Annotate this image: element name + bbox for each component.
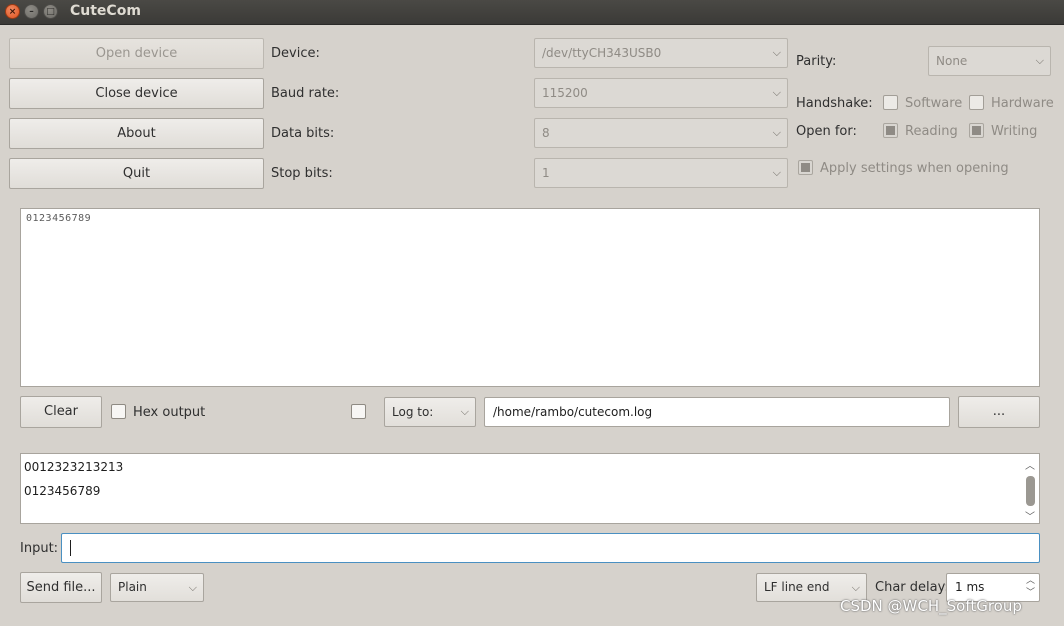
- hex-output-label: Hex output: [133, 405, 206, 420]
- chevron-down-icon: ⌵: [188, 581, 197, 594]
- open-device-button[interactable]: Open device: [9, 38, 264, 69]
- about-button[interactable]: About: [9, 118, 264, 149]
- quit-button[interactable]: Quit: [9, 158, 264, 189]
- stop-bits-select[interactable]: 1 ⌵: [534, 158, 788, 188]
- data-bits-select[interactable]: 8 ⌵: [534, 118, 788, 148]
- hardware-handshake-label: Hardware: [991, 96, 1054, 111]
- data-bits-label: Data bits:: [271, 126, 335, 141]
- watermark: CSDN @WCH_SoftGroup: [840, 597, 1022, 615]
- history-item[interactable]: 0012323213213: [24, 460, 123, 474]
- char-delay-value: 1 ms: [955, 580, 985, 594]
- chevron-down-icon: ⌵: [1035, 54, 1044, 67]
- chevron-down-icon: ⌵: [772, 166, 781, 179]
- input-field[interactable]: [61, 533, 1040, 563]
- chevron-down-icon: ⌵: [772, 126, 781, 139]
- browse-log-button[interactable]: ...: [958, 396, 1040, 428]
- line-end-value: LF line end: [764, 580, 830, 594]
- window-close-button[interactable]: ×: [5, 4, 20, 19]
- apply-settings-checkbox[interactable]: [798, 160, 813, 175]
- window-minimize-button[interactable]: –: [24, 4, 39, 19]
- reading-label: Reading: [905, 124, 958, 139]
- send-format-value: Plain: [118, 580, 147, 594]
- history-scrollbar[interactable]: ︿ ﹀: [1023, 456, 1037, 523]
- writing-label: Writing: [991, 124, 1038, 139]
- device-select[interactable]: /dev/ttyCH343USB0 ⌵: [534, 38, 788, 68]
- parity-label: Parity:: [796, 54, 837, 69]
- stop-bits-value: 1: [542, 166, 550, 180]
- output-text: 0123456789: [26, 213, 92, 224]
- open-for-label: Open for:: [796, 124, 857, 139]
- data-bits-value: 8: [542, 126, 550, 140]
- parity-select[interactable]: None ⌵: [928, 46, 1051, 76]
- close-device-button[interactable]: Close device: [9, 78, 264, 109]
- log-mode-select[interactable]: Log to: ⌵: [384, 397, 476, 427]
- chevron-down-icon: ⌵: [772, 86, 781, 99]
- spin-down-icon[interactable]: ﹀: [1026, 587, 1035, 599]
- device-label: Device:: [271, 46, 320, 61]
- history-item[interactable]: 0123456789: [24, 484, 100, 498]
- history-list[interactable]: 0012323213213 0123456789 ︿ ﹀: [20, 453, 1040, 524]
- send-file-button[interactable]: Send file...: [20, 572, 102, 603]
- window-maximize-button[interactable]: □: [43, 4, 58, 19]
- log-path-input[interactable]: /home/rambo/cutecom.log: [484, 397, 950, 427]
- input-label: Input:: [20, 541, 59, 556]
- writing-checkbox[interactable]: [969, 123, 984, 138]
- baud-rate-select[interactable]: 115200 ⌵: [534, 78, 788, 108]
- software-handshake-label: Software: [905, 96, 963, 111]
- scroll-up-icon[interactable]: ︿: [1025, 457, 1035, 472]
- log-mode-value: Log to:: [392, 405, 434, 419]
- apply-settings-label: Apply settings when opening: [820, 161, 1009, 176]
- stop-bits-label: Stop bits:: [271, 166, 333, 181]
- title-bar: × – □ CuteCom: [0, 0, 1064, 25]
- handshake-label: Handshake:: [796, 96, 873, 111]
- parity-value: None: [936, 54, 968, 68]
- device-value: /dev/ttyCH343USB0: [542, 46, 662, 60]
- software-handshake-checkbox[interactable]: [883, 95, 898, 110]
- scrollbar-thumb[interactable]: [1026, 476, 1035, 506]
- scroll-down-icon[interactable]: ﹀: [1025, 508, 1035, 523]
- reading-checkbox[interactable]: [883, 123, 898, 138]
- chevron-down-icon: ⌵: [460, 405, 469, 418]
- spin-up-icon[interactable]: ︿: [1026, 575, 1035, 587]
- clear-button[interactable]: Clear: [20, 396, 102, 428]
- log-enable-checkbox[interactable]: [351, 404, 366, 419]
- window-title: CuteCom: [70, 3, 141, 19]
- chevron-down-icon: ⌵: [772, 46, 781, 59]
- baud-rate-value: 115200: [542, 86, 588, 100]
- output-textarea[interactable]: 0123456789: [20, 208, 1040, 387]
- hardware-handshake-checkbox[interactable]: [969, 95, 984, 110]
- send-format-select[interactable]: Plain ⌵: [110, 573, 204, 602]
- char-delay-label: Char delay:: [875, 580, 949, 595]
- text-cursor: [70, 540, 71, 556]
- hex-output-checkbox[interactable]: [111, 404, 126, 419]
- baud-rate-label: Baud rate:: [271, 86, 340, 101]
